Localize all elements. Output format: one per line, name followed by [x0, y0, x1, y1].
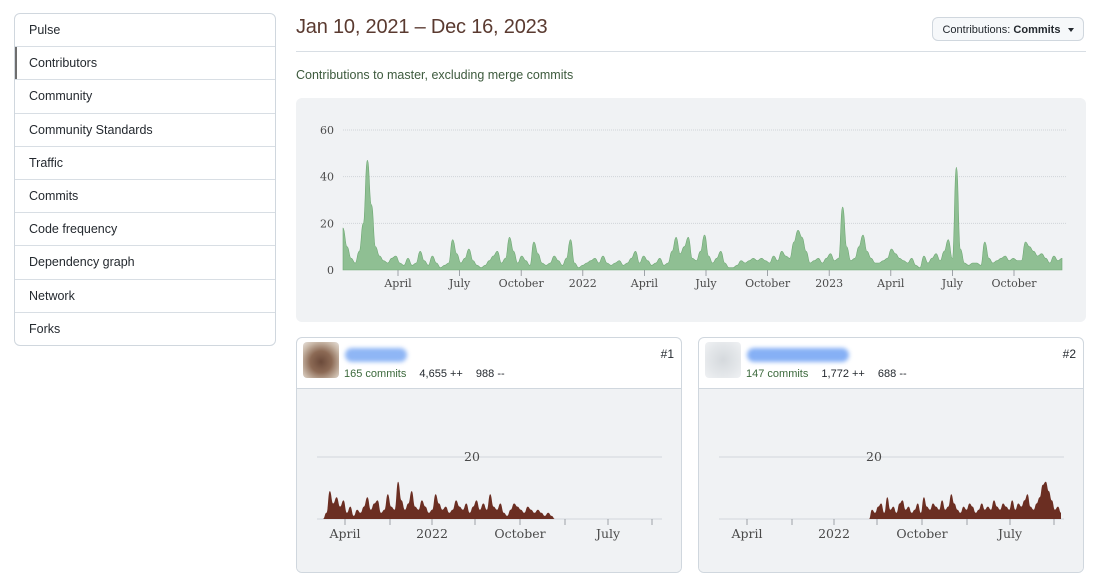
contributor-card-header: #2 147 commits 1,772 ++ 688 --	[699, 338, 1083, 389]
sidebar-item-community-standards[interactable]: Community Standards	[15, 112, 275, 146]
contributor-rank: #2	[1062, 347, 1076, 361]
sidebar-item-traffic[interactable]: Traffic	[15, 145, 275, 179]
contributor-card-header: #1 165 commits 4,655 ++ 988 --	[297, 338, 681, 389]
main-x-tick-label: April	[383, 277, 412, 290]
main-x-tick-label: July	[448, 277, 471, 290]
main-y-tick-label: 60	[320, 124, 334, 137]
contributor-y-tick-label: 20	[866, 449, 882, 464]
deletions-count: 688 --	[877, 368, 907, 380]
sidebar-item-forks[interactable]: Forks	[15, 311, 275, 345]
contributor-chart-2: 20 April 2022 October July	[699, 389, 1083, 572]
contributor-username-redacted[interactable]	[345, 348, 407, 362]
contributions-value: Commits	[1013, 24, 1061, 36]
avatar[interactable]	[303, 342, 339, 378]
main-chart-svg: 0 20 40 60 April July October 2022 April July Octo…	[320, 124, 1067, 290]
main-x-tick-label: October	[499, 277, 545, 290]
sidebar-item-code-frequency[interactable]: Code frequency	[15, 212, 275, 245]
contributor-card-1: #1 165 commits 4,655 ++ 988 -- 20 April 20…	[296, 337, 682, 573]
commit-count-link[interactable]: 147 commits	[746, 368, 808, 380]
sidebar-item-dependency-graph[interactable]: Dependency graph	[15, 245, 275, 278]
contributor-username-redacted[interactable]	[747, 348, 849, 362]
contributor-x-tick-label: 2022	[818, 526, 850, 541]
contributor-commits-area	[869, 481, 1061, 519]
main-contributions-chart: 0 20 40 60 April July October 2022 April July Octo…	[296, 98, 1086, 322]
main-y-tick-label: 0	[327, 264, 334, 277]
main-x-tick-label: 2023	[815, 277, 843, 290]
contributor-card-2: #2 147 commits 1,772 ++ 688 -- 20 April 20…	[698, 337, 1084, 573]
contributions-type-dropdown[interactable]: Contributions: Commits	[932, 17, 1084, 41]
contributions-subtitle: Contributions to master, excluding merge…	[296, 68, 574, 82]
commit-count-link[interactable]: 165 commits	[344, 368, 406, 380]
main-x-tick-label: July	[941, 277, 964, 290]
main-y-tick-label: 40	[320, 171, 334, 184]
sidebar-item-community[interactable]: Community	[15, 79, 275, 112]
contributor-stats: 147 commits 1,772 ++ 688 --	[746, 368, 907, 380]
main-commits-area	[342, 159, 1063, 271]
contributions-prefix: Contributions:	[942, 24, 1011, 36]
contributor-x-tick-label: April	[731, 526, 763, 541]
contributor-chart-svg: 20 April 2022 October July	[317, 449, 662, 541]
contributor-rank: #1	[660, 347, 674, 361]
contributor-y-tick-label: 20	[464, 449, 480, 464]
contributor-stats: 165 commits 4,655 ++ 988 --	[344, 368, 505, 380]
main-x-tick-label: October	[745, 277, 791, 290]
main-x-tick-label: 2022	[569, 277, 597, 290]
contributor-x-tick-label: October	[494, 526, 545, 541]
repo-insights-sidebar: Pulse Contributors Community Community S…	[14, 13, 276, 346]
caret-down-icon	[1067, 28, 1074, 33]
contributor-chart-1: 20 April 2022 October July	[297, 389, 681, 572]
date-range-title: Jan 10, 2021 – Dec 16, 2023	[296, 16, 548, 38]
main-x-tick-label: July	[694, 277, 717, 290]
additions-count: 1,772 ++	[821, 368, 865, 380]
main-x-tick-label: October	[991, 277, 1037, 290]
main-x-tick-label: April	[630, 277, 659, 290]
main-y-tick-label: 20	[320, 217, 334, 230]
additions-count: 4,655 ++	[419, 368, 463, 380]
contributor-x-tick-label: April	[329, 526, 361, 541]
sidebar-item-pulse[interactable]: Pulse	[15, 14, 275, 46]
sidebar-item-commits[interactable]: Commits	[15, 178, 275, 212]
header-divider	[296, 51, 1086, 52]
contributor-x-tick-label: October	[896, 526, 947, 541]
contributor-x-tick-label: July	[594, 526, 621, 541]
contributor-commits-area	[323, 481, 555, 519]
contributor-x-tick-label: July	[996, 526, 1023, 541]
sidebar-item-network[interactable]: Network	[15, 278, 275, 312]
contributor-x-tick-label: 2022	[416, 526, 448, 541]
main-x-tick-label: April	[876, 277, 905, 290]
contributor-chart-svg: 20 April 2022 October July	[719, 449, 1064, 541]
avatar[interactable]	[705, 342, 741, 378]
deletions-count: 988 --	[475, 368, 505, 380]
sidebar-item-contributors[interactable]: Contributors	[15, 46, 275, 80]
